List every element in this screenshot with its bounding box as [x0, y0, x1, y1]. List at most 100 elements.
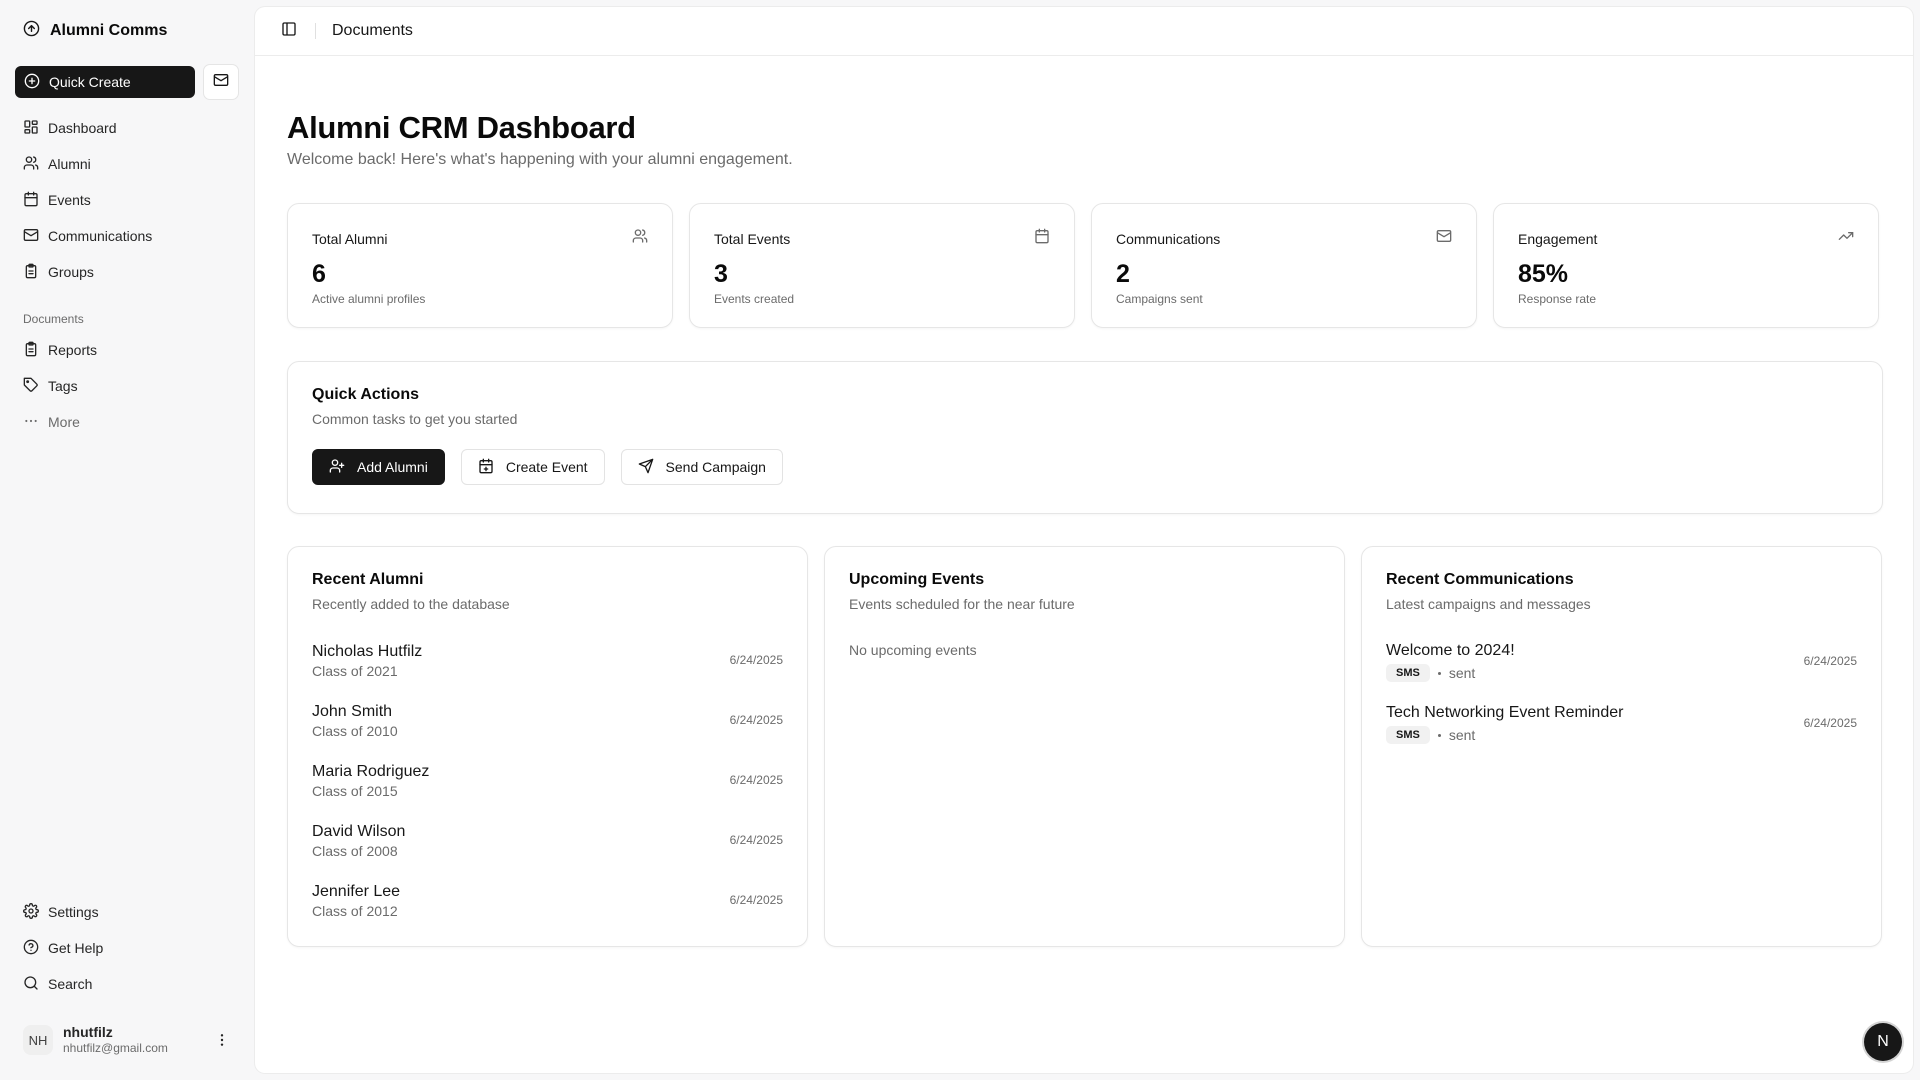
stat-card-engagement: Engagement 85% Response rate — [1493, 203, 1879, 328]
stat-note: Response rate — [1518, 291, 1597, 306]
sidebar-item-label: More — [48, 414, 80, 430]
status-text: sent — [1448, 727, 1476, 744]
list-item[interactable]: Tech Networking Event Reminder SMS sent … — [1386, 692, 1857, 754]
stat-card-communications: Communications 2 Campaigns sent — [1091, 203, 1477, 328]
card-title: Quick Actions — [312, 386, 419, 403]
sidebar-toggle-icon[interactable] — [281, 21, 297, 42]
sent-date: 6/24/2025 — [1803, 654, 1857, 668]
card-description: Common tasks to get you started — [312, 411, 518, 427]
kebab-menu-icon[interactable] — [214, 1032, 230, 1048]
clipboard-icon — [23, 263, 39, 282]
card-description: Latest campaigns and messages — [1386, 596, 1591, 612]
stat-title: Total Alumni — [312, 230, 388, 247]
added-date: 6/24/2025 — [729, 653, 783, 667]
card-description: Events scheduled for the near future — [849, 596, 1075, 612]
help-icon — [23, 939, 39, 958]
alumni-name: Maria Rodriguez — [312, 763, 430, 781]
alumni-name: Nicholas Hutfilz — [312, 643, 423, 661]
communication-title: Welcome to 2024! — [1386, 641, 1515, 659]
quick-create-button[interactable]: Quick Create — [15, 66, 195, 98]
status-text: sent — [1448, 665, 1476, 682]
gear-icon — [23, 902, 39, 922]
floating-action-button[interactable]: N — [1864, 1023, 1902, 1061]
stat-title: Communications — [1116, 230, 1221, 247]
sidebar-item-label: Reports — [48, 342, 98, 358]
quick-create-label: Quick Create — [49, 74, 131, 90]
user-name: nhutfilz — [63, 1024, 113, 1041]
calendar-plus-icon — [478, 458, 494, 477]
stat-card-total-events: Total Events 3 Events created — [689, 203, 1075, 328]
alumni-class: Class of 2010 — [312, 722, 398, 739]
button-label: Add Alumni — [357, 459, 428, 475]
user-email: nhutfilz@gmail.com — [63, 1041, 168, 1056]
sidebar-item-label: Alumni — [48, 156, 91, 172]
mail-icon — [23, 227, 39, 246]
sidebar-item-label: Tags — [48, 378, 78, 394]
stat-note: Active alumni profiles — [312, 291, 426, 306]
inbox-button[interactable] — [203, 64, 239, 100]
mail-icon — [213, 72, 229, 93]
user-info: nhutfilz nhutfilz@gmail.com — [63, 1024, 204, 1055]
plus-circle-icon — [24, 73, 40, 92]
send-campaign-button[interactable]: Send Campaign — [620, 449, 783, 485]
page-title: Alumni CRM Dashboard — [287, 110, 636, 145]
list-item[interactable]: Jennifer Lee Class of 2012 6/24/2025 — [312, 870, 783, 930]
sidebar-item-more[interactable]: More — [15, 404, 240, 440]
upcoming-events-card: Upcoming Events Events scheduled for the… — [824, 546, 1345, 947]
more-icon — [23, 413, 39, 432]
quick-actions-card: Quick Actions Common tasks to get you st… — [287, 361, 1883, 514]
top-bar: Documents — [255, 7, 1913, 56]
alumni-name: Jennifer Lee — [312, 883, 401, 901]
list-item[interactable]: Welcome to 2024! SMS sent 6/24/2025 — [1386, 630, 1857, 692]
trending-up-icon — [1838, 228, 1854, 249]
stat-value: 2 — [1116, 260, 1130, 288]
sidebar-item-groups[interactable]: Groups — [15, 254, 240, 290]
divider — [315, 23, 316, 39]
sidebar-item-dashboard[interactable]: Dashboard — [15, 110, 240, 146]
tag-icon — [23, 377, 39, 396]
stat-title: Total Events — [714, 230, 791, 247]
communications-list: Welcome to 2024! SMS sent 6/24/2025 Tech… — [1386, 630, 1857, 754]
sidebar-item-label: Dashboard — [48, 120, 117, 136]
quick-create-row: Quick Create — [15, 64, 240, 100]
sidebar-item-label: Get Help — [48, 940, 104, 956]
sidebar-item-label: Settings — [48, 904, 99, 920]
alumni-class: Class of 2015 — [312, 782, 398, 799]
users-icon — [23, 155, 39, 174]
page-subtitle: Welcome back! Here's what's happening wi… — [287, 151, 793, 168]
stat-value: 85% — [1518, 260, 1569, 288]
channel-badge: SMS — [1386, 664, 1430, 683]
sidebar-item-alumni[interactable]: Alumni — [15, 146, 240, 182]
list-item[interactable]: Maria Rodriguez Class of 2015 6/24/2025 — [312, 750, 783, 810]
sidebar-item-settings[interactable]: Settings — [15, 894, 240, 930]
send-icon — [638, 458, 654, 477]
sidebar-item-tags[interactable]: Tags — [15, 368, 240, 404]
list-item[interactable]: John Smith Class of 2010 6/24/2025 — [312, 690, 783, 750]
list-item[interactable]: Nicholas Hutfilz Class of 2021 6/24/2025 — [312, 630, 783, 690]
stat-title: Engagement — [1518, 230, 1598, 247]
app-brand[interactable]: Alumni Comms — [15, 0, 240, 62]
alumni-class: Class of 2012 — [312, 902, 398, 919]
separator-dot — [1437, 671, 1441, 675]
sidebar-item-label: Events — [48, 192, 91, 208]
main-panel: Documents Alumni CRM Dashboard Welcome b… — [255, 7, 1913, 1073]
user-menu[interactable]: NH nhutfilz nhutfilz@gmail.com — [15, 1022, 240, 1058]
list-item[interactable]: David Wilson Class of 2008 6/24/2025 — [312, 810, 783, 870]
documents-section-label: Documents — [23, 312, 84, 326]
sidebar-item-events[interactable]: Events — [15, 182, 240, 218]
sidebar-item-label: Groups — [48, 264, 94, 280]
alumni-class: Class of 2008 — [312, 842, 398, 859]
calendar-icon — [1034, 228, 1050, 249]
user-plus-icon — [329, 458, 345, 477]
sidebar-item-get-help[interactable]: Get Help — [15, 930, 240, 966]
added-date: 6/24/2025 — [729, 893, 783, 907]
breadcrumb: Documents — [332, 22, 413, 39]
app-logo-icon — [23, 20, 40, 42]
sidebar-item-search[interactable]: Search — [15, 966, 240, 1002]
create-event-button[interactable]: Create Event — [460, 449, 605, 485]
button-label: Create Event — [505, 459, 588, 475]
added-date: 6/24/2025 — [729, 833, 783, 847]
sidebar-item-reports[interactable]: Reports — [15, 332, 240, 368]
sidebar-item-communications[interactable]: Communications — [15, 218, 240, 254]
add-alumni-button[interactable]: Add Alumni — [312, 449, 445, 485]
